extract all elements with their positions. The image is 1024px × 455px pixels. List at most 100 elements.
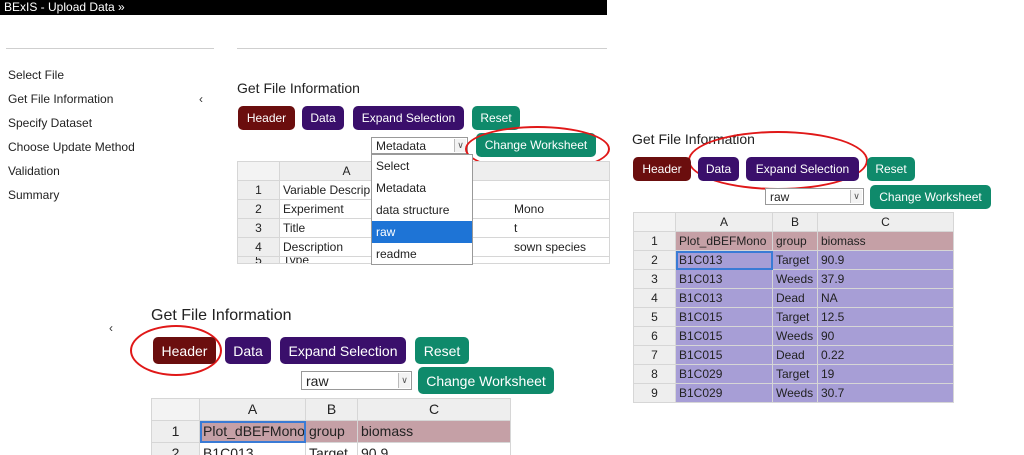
row-header[interactable]: 2 — [151, 442, 200, 455]
grid-cell[interactable]: NA — [817, 288, 954, 308]
grid-cell[interactable]: B1C013 — [675, 250, 773, 270]
grid-cell[interactable]: B1C013 — [675, 288, 773, 308]
change-worksheet-button[interactable]: Change Worksheet — [476, 133, 596, 157]
nav-item-choose-update-method[interactable]: Choose Update Method — [8, 140, 135, 154]
spreadsheet-grid: A B C 1 Plot_dBEFMono group biomass 2 B1… — [633, 212, 954, 403]
grid-cell[interactable]: 0.22 — [817, 345, 954, 365]
grid-cell[interactable]: Plot_dBEFMono — [199, 420, 306, 443]
row-header[interactable]: 7 — [633, 345, 676, 365]
row-header[interactable]: 1 — [151, 420, 200, 443]
grid-cell[interactable]: group — [772, 231, 818, 251]
row-header[interactable]: 8 — [633, 364, 676, 384]
change-worksheet-button[interactable]: Change Worksheet — [418, 367, 554, 394]
dropdown-option[interactable]: data structure — [372, 199, 472, 221]
grid-cell[interactable]: B1C029 — [675, 383, 773, 403]
grid-cell[interactable]: 30.7 — [817, 383, 954, 403]
grid-cell[interactable]: Dead — [772, 288, 818, 308]
grid-cell[interactable]: Plot_dBEFMono — [675, 231, 773, 251]
grid-cell[interactable]: biomass — [357, 420, 511, 443]
app-title-bar[interactable]: BExIS - Upload Data » — [0, 0, 607, 15]
chevron-down-icon[interactable]: ∨ — [398, 373, 410, 388]
column-header[interactable]: A — [199, 398, 306, 421]
grid-cell[interactable]: B1C015 — [675, 307, 773, 327]
column-header[interactable]: C — [817, 212, 954, 232]
reset-button[interactable]: Reset — [415, 337, 469, 364]
worksheet-select[interactable]: Metadata ∨ — [371, 137, 468, 154]
grid-cell[interactable]: 12.5 — [817, 307, 954, 327]
header-button[interactable]: Header — [238, 106, 295, 130]
grid-corner — [633, 212, 676, 232]
nav-item-get-file-information[interactable]: Get File Information — [8, 92, 113, 106]
grid-cell[interactable]: Target — [305, 442, 358, 455]
nav-item-select-file[interactable]: Select File — [8, 68, 64, 82]
dropdown-option[interactable]: readme — [372, 243, 472, 265]
expand-selection-button[interactable]: Expand Selection — [353, 106, 464, 130]
grid-cell[interactable]: B1C029 — [675, 364, 773, 384]
worksheet-select[interactable]: raw ∨ — [765, 188, 864, 205]
reset-button[interactable]: Reset — [867, 157, 915, 181]
grid-cell[interactable]: Target — [772, 250, 818, 270]
collapse-chevron-icon[interactable]: ‹ — [199, 92, 203, 106]
row-header[interactable]: 9 — [633, 383, 676, 403]
worksheet-dropdown-list[interactable]: Select Metadata data structure raw readm… — [371, 154, 473, 265]
data-button[interactable]: Data — [302, 106, 344, 130]
header-button[interactable]: Header — [633, 157, 691, 181]
grid-cell[interactable]: Target — [772, 307, 818, 327]
reset-button[interactable]: Reset — [472, 106, 520, 130]
grid-cell[interactable]: Weeds — [772, 383, 818, 403]
grid-cell[interactable]: Weeds — [772, 269, 818, 289]
row-header[interactable]: 2 — [633, 250, 676, 270]
dropdown-option[interactable]: Metadata — [372, 177, 472, 199]
column-header[interactable]: C — [357, 398, 511, 421]
data-button[interactable]: Data — [698, 157, 739, 181]
collapse-chevron-icon[interactable]: ‹ — [109, 321, 113, 335]
nav-item-validation[interactable]: Validation — [8, 164, 60, 178]
row-header[interactable]: 4 — [237, 237, 280, 257]
row-header[interactable]: 5 — [633, 307, 676, 327]
change-worksheet-button[interactable]: Change Worksheet — [870, 185, 991, 209]
grid-cell[interactable]: 19 — [817, 364, 954, 384]
worksheet-select-value: raw — [306, 372, 329, 389]
header-button[interactable]: Header — [153, 337, 216, 364]
grid-cell[interactable]: B1C013 — [675, 269, 773, 289]
grid-cell[interactable]: Target — [772, 364, 818, 384]
grid-cell[interactable]: B1C015 — [675, 326, 773, 346]
chevron-down-icon[interactable]: ∨ — [850, 190, 862, 203]
grid-cell[interactable]: Dead — [772, 345, 818, 365]
row-header[interactable]: 1 — [237, 180, 280, 200]
row-header[interactable]: 3 — [237, 218, 280, 238]
chevron-down-icon[interactable]: ∨ — [454, 139, 466, 152]
grid-cell[interactable]: 90.9 — [817, 250, 954, 270]
column-header[interactable]: B — [772, 212, 818, 232]
grid-cell[interactable]: 90.9 — [357, 442, 511, 455]
row-header[interactable]: 6 — [633, 326, 676, 346]
grid-cell[interactable]: B1C015 — [675, 345, 773, 365]
column-header[interactable]: A — [675, 212, 773, 232]
page-title: Get File Information — [151, 307, 292, 324]
worksheet-select-value: raw — [770, 189, 790, 204]
expand-selection-button[interactable]: Expand Selection — [746, 157, 859, 181]
data-button[interactable]: Data — [225, 337, 271, 364]
row-header[interactable]: 2 — [237, 199, 280, 219]
grid-cell[interactable]: biomass — [817, 231, 954, 251]
grid-cell[interactable]: group — [305, 420, 358, 443]
grid-cell[interactable]: B1C013 — [199, 442, 306, 455]
nav-item-specify-dataset[interactable]: Specify Dataset — [8, 116, 92, 130]
nav-item-summary[interactable]: Summary — [8, 188, 59, 202]
page-title: Get File Information — [632, 131, 755, 147]
dropdown-option[interactable]: Select — [372, 155, 472, 177]
spreadsheet-grid: A B C 1 Plot_dBEFMono group biomass 2 B1… — [151, 398, 511, 455]
worksheet-select-value: Metadata — [376, 138, 427, 153]
dropdown-option-selected[interactable]: raw — [372, 221, 472, 243]
grid-cell[interactable]: 37.9 — [817, 269, 954, 289]
row-header[interactable]: 1 — [633, 231, 676, 251]
content-divider — [237, 48, 607, 49]
row-header[interactable]: 3 — [633, 269, 676, 289]
expand-selection-button[interactable]: Expand Selection — [280, 337, 406, 364]
row-header[interactable]: 4 — [633, 288, 676, 308]
worksheet-select[interactable]: raw ∨ — [301, 371, 412, 390]
column-header[interactable]: B — [305, 398, 358, 421]
row-header[interactable]: 5 — [237, 256, 280, 264]
grid-cell[interactable]: Weeds — [772, 326, 818, 346]
grid-cell[interactable]: 90 — [817, 326, 954, 346]
